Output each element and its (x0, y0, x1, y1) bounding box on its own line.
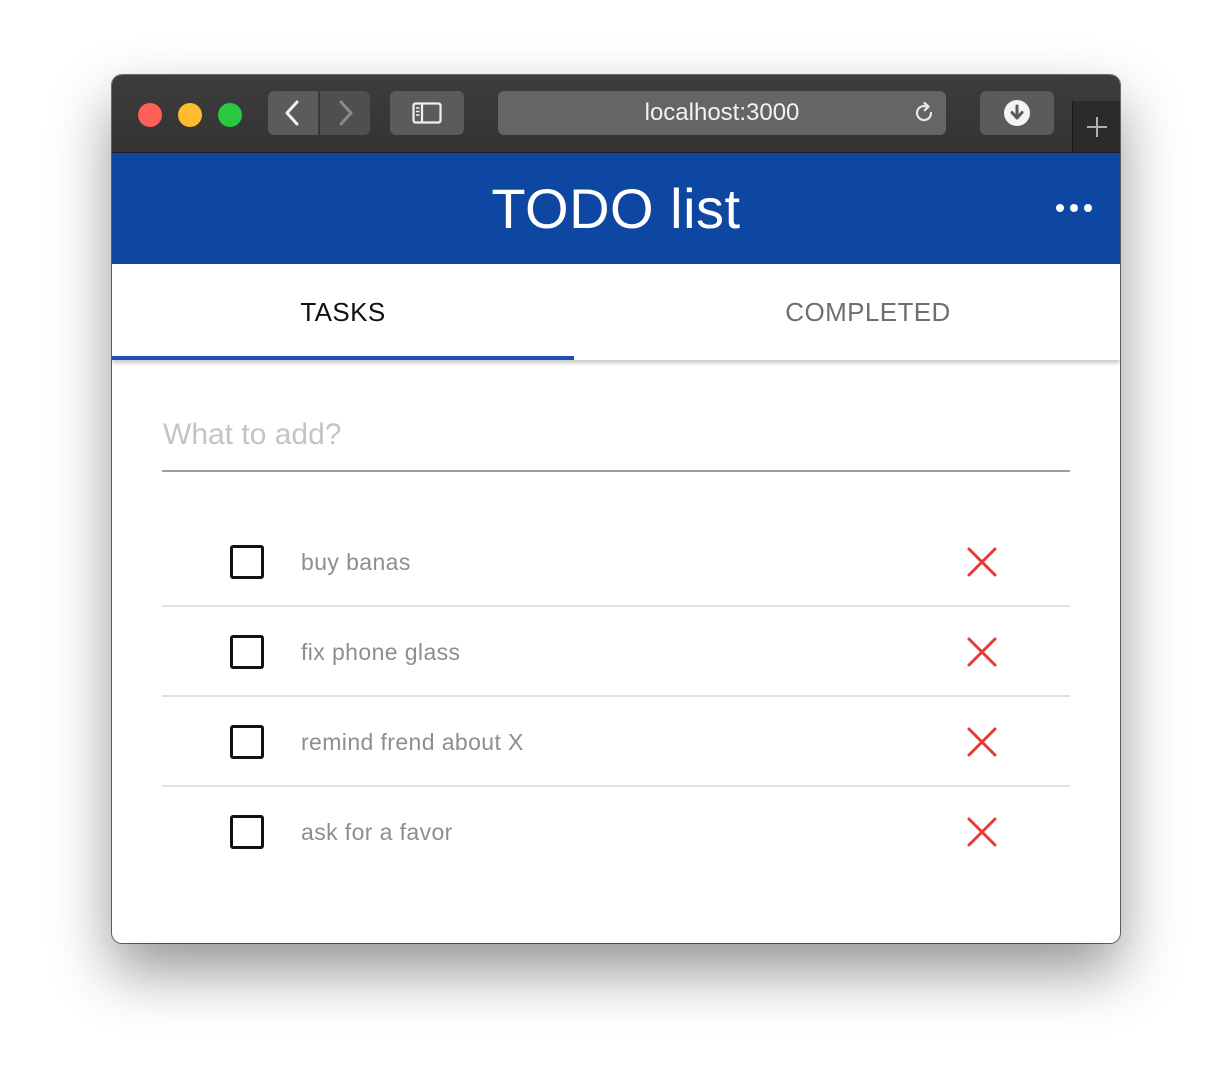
task-label: buy banas (301, 549, 411, 575)
new-tab-button[interactable] (1072, 101, 1120, 152)
show-sidebar-button[interactable] (390, 91, 464, 135)
task-label: ask for a favor (301, 819, 453, 845)
browser-window: localhost:3000 TODO list TASKS COMPLETED… (112, 75, 1120, 943)
back-button[interactable] (268, 91, 318, 135)
active-tab-indicator (112, 356, 574, 360)
task-checkbox[interactable] (230, 725, 264, 759)
download-icon (1004, 100, 1030, 126)
add-task-input[interactable] (162, 400, 1070, 472)
task-checkbox[interactable] (230, 545, 264, 579)
zoom-window-button[interactable] (218, 103, 242, 127)
more-horizontal-icon (1056, 204, 1064, 212)
tab-tasks[interactable]: TASKS (112, 264, 615, 360)
sidebar-icon (412, 102, 442, 124)
close-icon[interactable] (966, 546, 998, 578)
task-label: remind frend about X (301, 729, 524, 755)
chevron-right-icon (339, 100, 353, 126)
close-window-button[interactable] (138, 103, 162, 127)
page-title: TODO list (491, 177, 741, 240)
task-row: buy banas (162, 517, 1070, 607)
task-row: ask for a favor (162, 787, 1070, 877)
tab-completed[interactable]: COMPLETED (616, 264, 1120, 360)
more-options-button[interactable] (1056, 198, 1092, 218)
task-checkbox[interactable] (230, 635, 264, 669)
task-list: buy banas fix phone glass remind frend a… (162, 517, 1070, 877)
task-row: remind frend about X (162, 697, 1070, 787)
downloads-button[interactable] (980, 91, 1054, 135)
minimize-window-button[interactable] (178, 103, 202, 127)
address-bar[interactable]: localhost:3000 (498, 91, 946, 135)
reload-icon[interactable] (912, 101, 936, 125)
plus-icon (1087, 116, 1107, 137)
task-row: fix phone glass (162, 607, 1070, 697)
close-icon[interactable] (966, 726, 998, 758)
tab-bar: TASKS COMPLETED (112, 264, 1120, 360)
task-checkbox[interactable] (230, 815, 264, 849)
task-label: fix phone glass (301, 639, 461, 665)
close-icon[interactable] (966, 816, 998, 848)
browser-toolbar: localhost:3000 (112, 75, 1120, 153)
address-url: localhost:3000 (644, 99, 800, 126)
close-icon[interactable] (966, 636, 998, 668)
chevron-left-icon (285, 100, 299, 126)
app-bar: TODO list (112, 153, 1120, 264)
forward-button[interactable] (320, 91, 370, 135)
